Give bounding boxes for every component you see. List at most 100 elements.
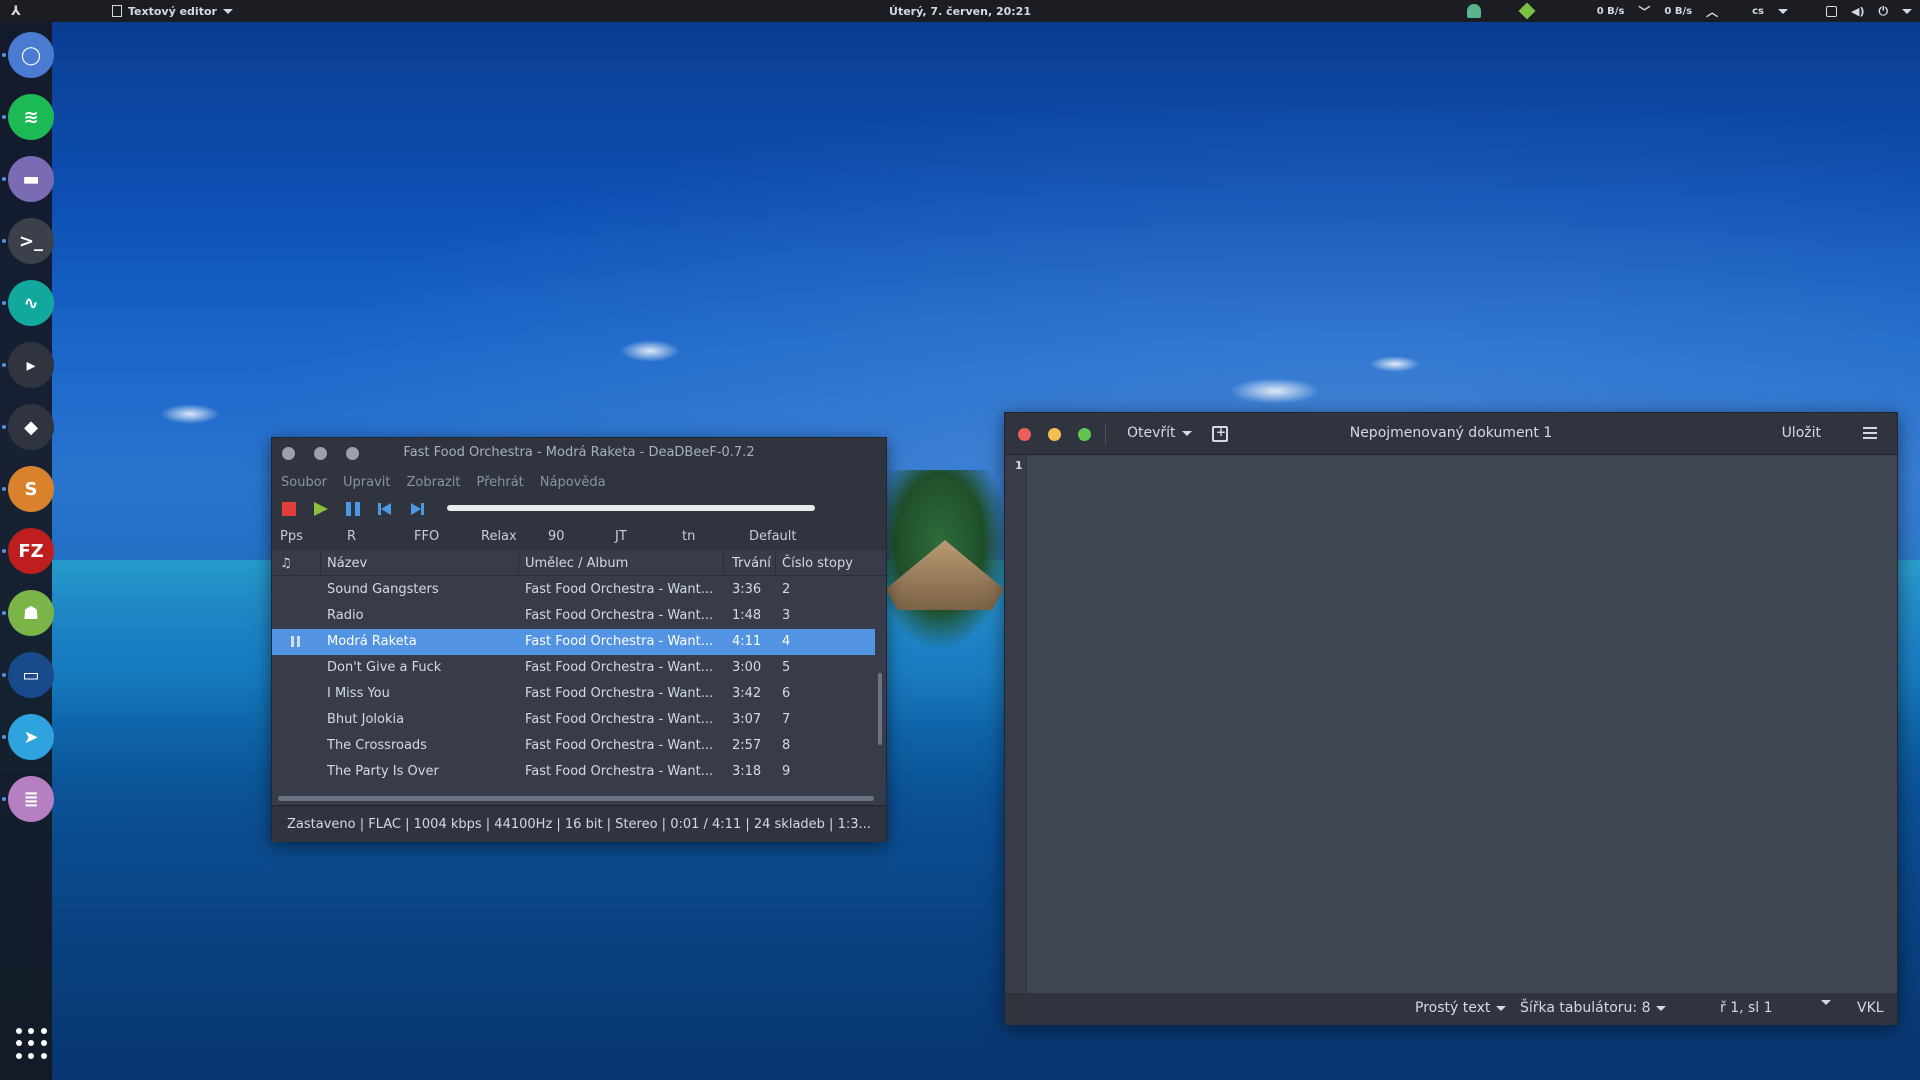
previous-track-icon[interactable] — [378, 502, 392, 516]
dock-spotify-icon[interactable]: ≋ — [8, 94, 54, 140]
editor-headerbar[interactable]: Otevřít Nepojmenovaný dokument 1 Uložit — [1005, 413, 1897, 455]
column-separator[interactable] — [723, 552, 724, 574]
tab-relax[interactable]: Relax — [481, 529, 517, 544]
chevron-down-icon[interactable] — [1902, 8, 1912, 14]
dock-sublime-icon[interactable]: S — [8, 466, 54, 512]
menu-zobrazit[interactable]: Zobrazit — [406, 475, 460, 490]
track-title: Radio — [327, 608, 364, 623]
screen-icon[interactable] — [1826, 5, 1837, 17]
ghost-icon[interactable] — [1466, 4, 1481, 18]
deadbeef-titlebar[interactable]: Fast Food Orchestra - Modrá Raketa - Dea… — [272, 438, 886, 468]
dock-terminal-icon[interactable]: >_ — [8, 218, 54, 264]
column-title[interactable]: Název — [327, 556, 367, 571]
wallpaper-cloud — [1370, 356, 1420, 372]
text-area[interactable]: 1 — [1005, 455, 1897, 993]
system-tray: 0 B/s ﹀ 0 B/s ︿ cs ◀) ⏻ — [1466, 0, 1912, 22]
column-status[interactable]: ♫ — [280, 556, 292, 571]
running-indicator — [2, 363, 6, 367]
top-bar: ⅄ Textový editor Úterý, 7. červen, 20:21… — [0, 0, 1920, 22]
horizontal-scrollbar[interactable] — [278, 796, 874, 801]
tab-90[interactable]: 90 — [548, 529, 565, 544]
play-icon[interactable] — [314, 502, 328, 516]
track-title: Modrá Raketa — [327, 634, 417, 649]
next-track-icon[interactable] — [410, 502, 424, 516]
track-artist-album: Fast Food Orchestra - Want... — [525, 738, 714, 753]
dock-android-studio-icon[interactable]: ☗ — [8, 590, 54, 636]
tab-tn[interactable]: tn — [682, 529, 695, 544]
tab-width-selector[interactable]: Šířka tabulátoru: 8 — [1520, 1000, 1667, 1016]
dock-telegram-icon[interactable]: ➤ — [8, 714, 54, 760]
column-separator[interactable] — [320, 552, 321, 574]
chevron-down-icon[interactable] — [1778, 8, 1788, 14]
language-label: Prostý text — [1415, 1000, 1491, 1016]
track-duration: 3:07 — [732, 712, 762, 727]
table-row[interactable]: Don't Give a Fuck Fast Food Orchestra - W… — [272, 655, 875, 681]
dock-files-icon[interactable]: ▬ — [8, 156, 54, 202]
column-separator[interactable] — [775, 552, 776, 574]
table-row[interactable]: The Crossroads Fast Food Orchestra - Want… — [272, 733, 875, 759]
chevron-up-icon[interactable]: ︿ — [1706, 3, 1718, 20]
position-menu[interactable] — [1821, 1000, 1831, 1005]
running-indicator — [2, 301, 6, 305]
track-title: Sound Gangsters — [327, 582, 439, 597]
dock-chromium-icon[interactable]: ◯ — [8, 32, 54, 78]
tab-ffo[interactable]: FFO — [414, 529, 439, 544]
keyboard-layout[interactable]: cs — [1752, 6, 1764, 17]
net-up-speed: 0 B/s — [1664, 5, 1693, 17]
power-icon[interactable]: ⏻ — [1879, 4, 1889, 19]
show-applications-icon[interactable] — [16, 1028, 48, 1060]
track-title: The Party Is Over — [327, 764, 439, 779]
tab-jt[interactable]: JT — [615, 529, 627, 544]
pause-icon[interactable] — [346, 502, 360, 516]
deadbeef-tray-icon[interactable] — [1518, 2, 1536, 20]
activities-button[interactable]: ⅄ — [0, 4, 32, 19]
insert-mode[interactable]: VKL — [1857, 1000, 1884, 1016]
table-row[interactable]: The Party Is Over Fast Food Orchestra - W… — [272, 759, 875, 785]
dock-system-monitor-icon[interactable]: ∿ — [8, 280, 54, 326]
running-indicator — [2, 611, 6, 615]
table-row[interactable]: Modrá Raketa Fast Food Orchestra - Want..… — [272, 629, 875, 655]
running-indicator — [2, 425, 6, 429]
vertical-scrollbar[interactable] — [878, 673, 882, 745]
track-number: 7 — [782, 712, 791, 727]
tab-r[interactable]: R — [347, 529, 356, 544]
menu-prehrat[interactable]: Přehrát — [476, 475, 523, 490]
track-title: Don't Give a Fuck — [327, 660, 442, 675]
dock-kodi-icon[interactable]: ◆ — [8, 404, 54, 450]
hamburger-menu-icon[interactable] — [1863, 427, 1877, 439]
track-duration: 3:36 — [732, 582, 762, 597]
tab-default[interactable]: Default — [749, 529, 797, 544]
column-duration[interactable]: Trvání — [732, 556, 771, 571]
dock-text-editor-icon[interactable]: ≣ — [8, 776, 54, 822]
column-artist-album[interactable]: Umělec / Album — [525, 556, 628, 571]
table-row[interactable]: Radio Fast Food Orchestra - Want... 1:48 3 — [272, 603, 875, 629]
wallpaper-cloud — [160, 404, 220, 424]
running-indicator — [2, 239, 6, 243]
chevron-down-icon — [1821, 1000, 1831, 1005]
dock-filezilla-icon[interactable]: FZ — [8, 528, 54, 574]
cursor-position[interactable]: ř 1, sl 1 — [1720, 1000, 1773, 1016]
column-track-number[interactable]: Číslo stopy — [782, 556, 853, 571]
chevron-down-icon[interactable]: ﹀ — [1638, 3, 1650, 20]
dock-virtualbox-icon[interactable]: ▭ — [8, 652, 54, 698]
running-indicator — [2, 115, 6, 119]
column-separator[interactable] — [518, 552, 519, 574]
language-selector[interactable]: Prostý text — [1415, 1000, 1507, 1016]
table-row[interactable]: Sound Gangsters Fast Food Orchestra - Wan… — [272, 577, 875, 603]
table-row[interactable]: I Miss You Fast Food Orchestra - Want... 3… — [272, 681, 875, 707]
seek-bar[interactable] — [447, 505, 815, 511]
menu-soubor[interactable]: Soubor — [281, 475, 327, 490]
playlist-header: ♫ Název Umělec / Album Trvání Číslo stop… — [272, 550, 886, 576]
app-menu[interactable]: Textový editor — [112, 5, 233, 18]
stop-icon[interactable] — [282, 502, 296, 516]
save-button[interactable]: Uložit — [1782, 425, 1821, 441]
menu-upravit[interactable]: Upravit — [343, 475, 390, 490]
track-title: Bhut Jolokia — [327, 712, 405, 727]
volume-icon[interactable]: ◀) — [1851, 5, 1865, 18]
tab-pps[interactable]: Pps — [280, 529, 303, 544]
dock-deadbeef-icon[interactable]: ▸ — [8, 342, 54, 388]
menu-napoveda[interactable]: Nápověda — [540, 475, 606, 490]
track-title: I Miss You — [327, 686, 390, 701]
track-number: 9 — [782, 764, 791, 779]
table-row[interactable]: Bhut Jolokia Fast Food Orchestra - Want..… — [272, 707, 875, 733]
